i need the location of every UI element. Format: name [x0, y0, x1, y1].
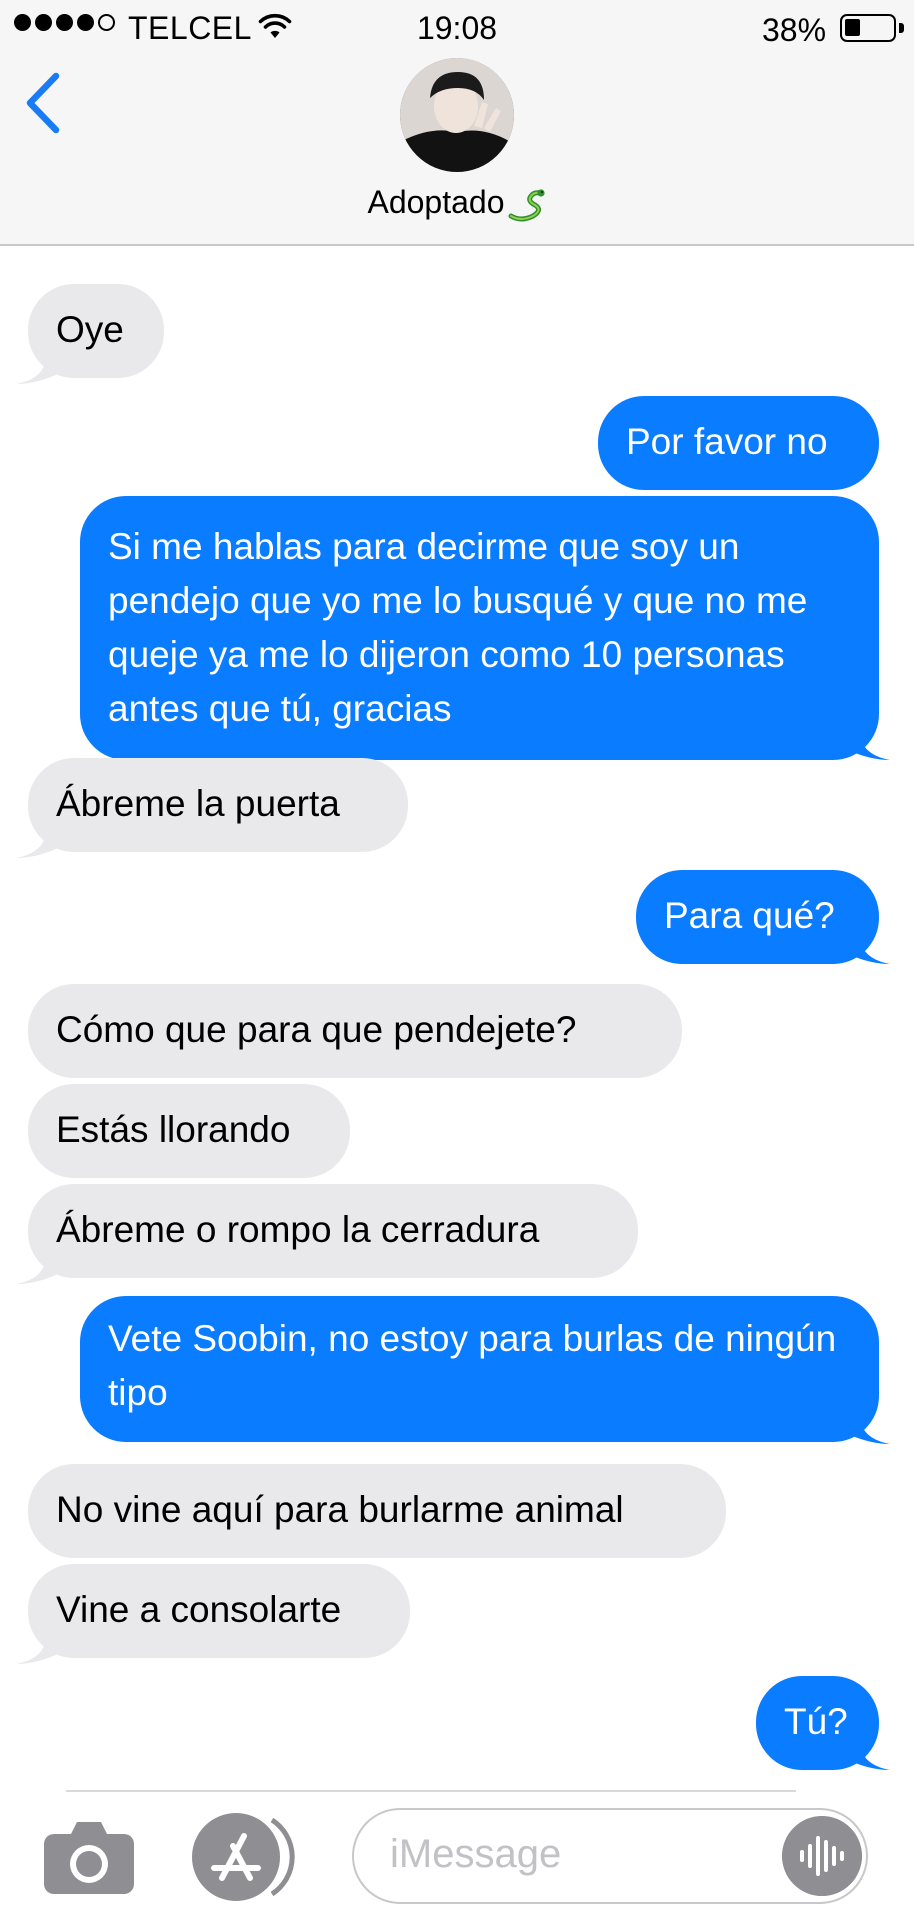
input-divider	[66, 1790, 796, 1792]
message-bubble-received[interactable]: No vine aquí para burlarme animal	[28, 1464, 726, 1558]
bubble-tail	[848, 1730, 890, 1770]
message-bubble-received[interactable]: Ábreme la puerta	[28, 758, 408, 852]
bubble-tail	[16, 1624, 58, 1664]
message-text: Ábreme la puerta	[56, 783, 340, 824]
camera-icon[interactable]	[44, 1820, 134, 1894]
message-bubble-received[interactable]: Vine a consolarte	[28, 1564, 410, 1658]
bubble-tail	[16, 1244, 58, 1284]
message-bubble-received[interactable]: Ábreme o rompo la cerradura	[28, 1184, 638, 1278]
message-bubble-received[interactable]: Cómo que para que pendejete?	[28, 984, 682, 1078]
bubble-tail	[16, 818, 58, 858]
imessage-screen: TELCEL 19:08 38% Adoptado Oye Por favor …	[0, 0, 914, 1920]
message-text: Por favor no	[626, 421, 828, 462]
battery-tip	[899, 23, 904, 33]
message-bubble-sent[interactable]: Para qué?	[636, 870, 879, 964]
message-text: Ábreme o rompo la cerradura	[56, 1209, 540, 1250]
message-text: Vete Soobin, no estoy para burlas de nin…	[108, 1318, 837, 1413]
bubble-tail	[848, 924, 890, 964]
contact-name[interactable]: Adoptado	[0, 184, 914, 222]
message-bubble-sent[interactable]: Por favor no	[598, 396, 879, 490]
status-bar: TELCEL 19:08 38%	[0, 0, 914, 56]
back-chevron-icon[interactable]	[20, 68, 68, 138]
snake-icon	[508, 188, 545, 222]
audio-waveform-icon[interactable]	[782, 1816, 862, 1896]
message-text: Si me hablas para decirme que soy un pen…	[108, 526, 808, 729]
bubble-tail	[16, 344, 58, 384]
message-list: Oye Por favor no Si me hablas para decir…	[0, 248, 914, 1788]
message-bubble-sent[interactable]: Vete Soobin, no estoy para burlas de nin…	[80, 1296, 879, 1442]
battery-icon	[840, 14, 896, 42]
message-bubble-sent[interactable]: Si me hablas para decirme que soy un pen…	[80, 496, 879, 760]
message-text: Vine a consolarte	[56, 1589, 342, 1630]
contact-avatar[interactable]	[400, 58, 514, 172]
bubble-tail	[848, 1404, 890, 1444]
avatar-photo	[400, 58, 514, 172]
message-text: Para qué?	[664, 895, 835, 936]
message-text: Estás llorando	[56, 1109, 291, 1150]
battery-percentage: 38%	[762, 12, 827, 48]
bubble-tail	[848, 720, 890, 760]
contact-name-text: Adoptado	[367, 184, 505, 220]
message-text: Cómo que para que pendejete?	[56, 1009, 577, 1050]
conversation-header: TELCEL 19:08 38% Adoptado	[0, 0, 914, 246]
message-input-placeholder: iMessage	[390, 1832, 562, 1876]
message-text: No vine aquí para burlarme animal	[56, 1489, 624, 1530]
message-text: Tú?	[784, 1701, 848, 1742]
message-bubble-received[interactable]: Estás llorando	[28, 1084, 350, 1178]
app-store-icon[interactable]	[192, 1812, 296, 1902]
message-text: Oye	[56, 309, 124, 350]
